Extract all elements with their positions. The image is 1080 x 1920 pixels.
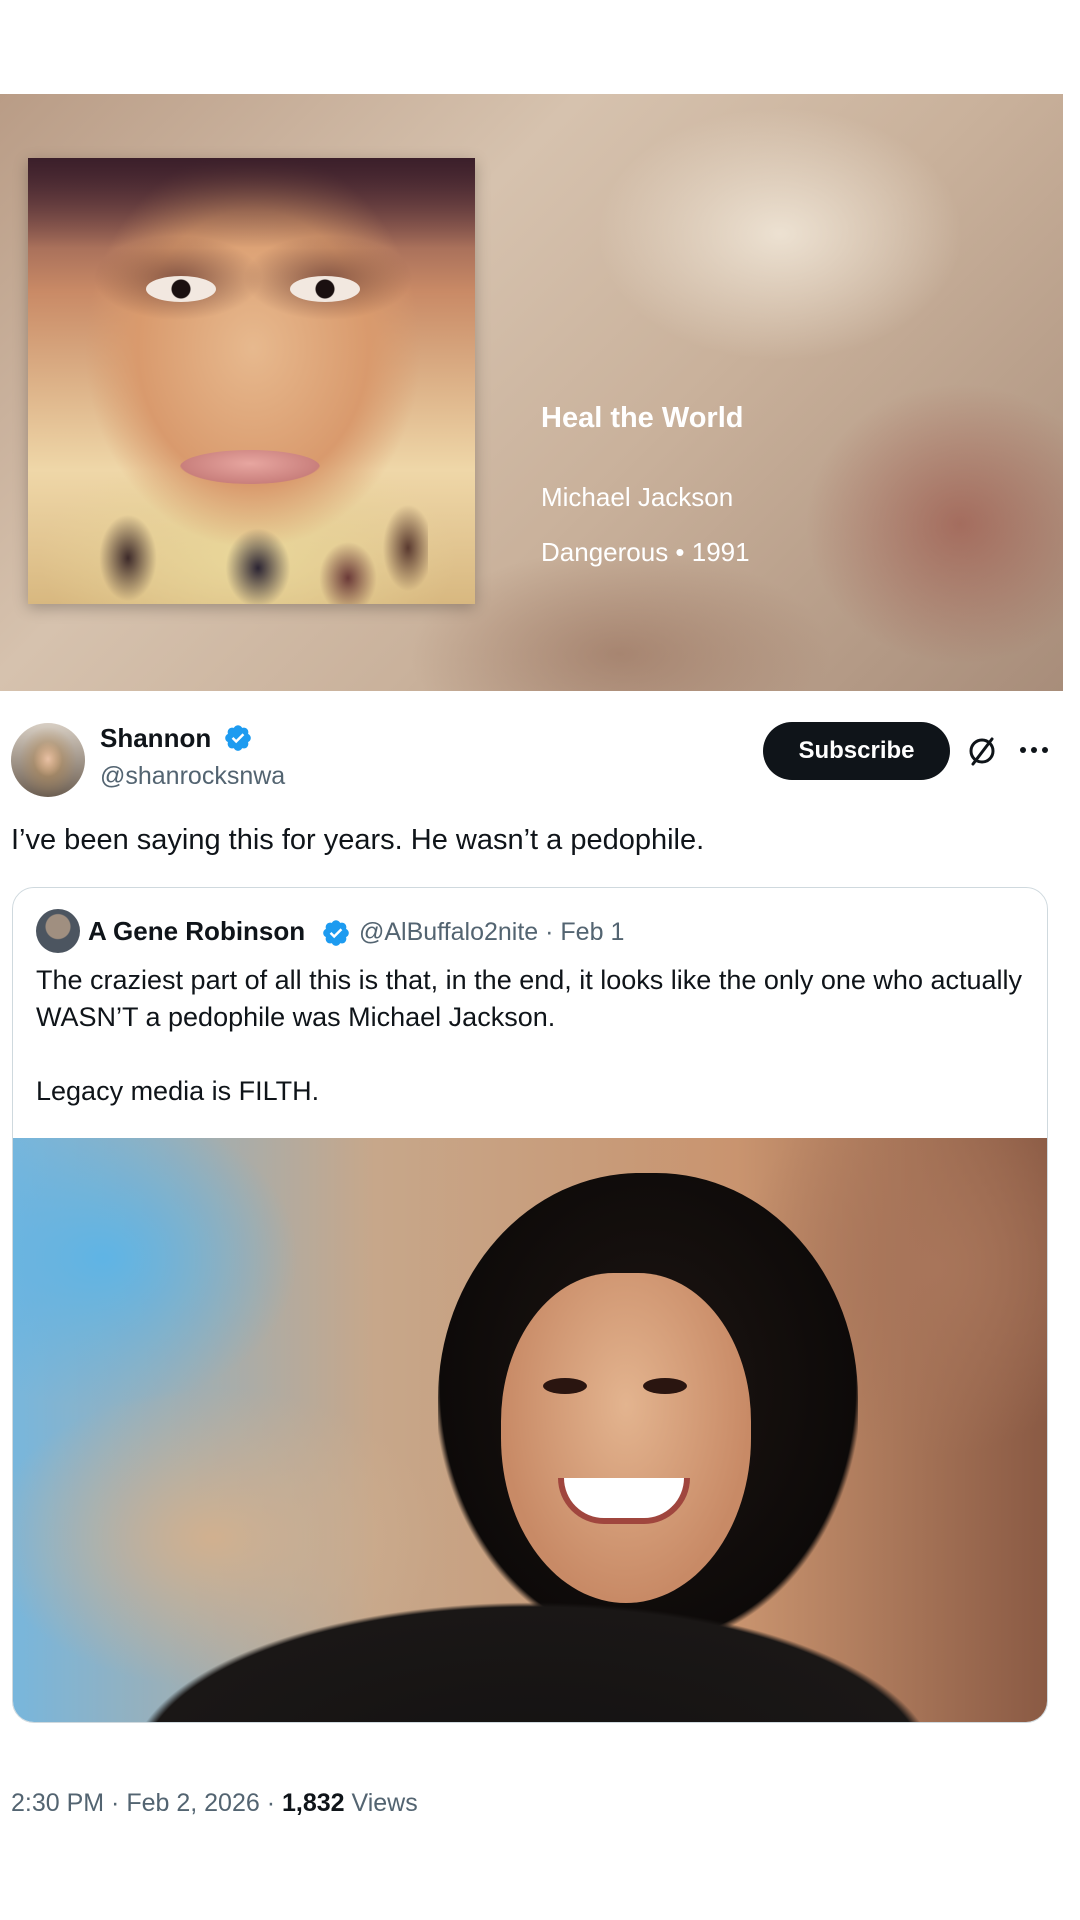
quoted-handle-date: @AlBuffalo2nite · Feb 1 [359, 918, 625, 946]
avatar[interactable] [11, 723, 85, 797]
verified-badge-icon [323, 920, 349, 946]
quoted-display-name: A Gene Robinson [88, 916, 306, 946]
views-label: Views [344, 1789, 418, 1817]
quoted-photo[interactable] [13, 1138, 1047, 1722]
track-title: Heal the World [541, 402, 744, 434]
timestamp-text: 2:30 PM · Feb 2, 2026 · [11, 1789, 282, 1817]
grok-icon[interactable] [965, 734, 999, 768]
views-count: 1,832 [281, 1789, 345, 1817]
quoted-tweet[interactable]: A Gene Robinson @AlBuffalo2nite · Feb 1 … [12, 887, 1048, 1723]
track-artist: Michael Jackson [541, 482, 734, 512]
subscribe-button[interactable]: Subscribe [763, 722, 950, 780]
tweet-text: I’ve been saying this for years. He wasn… [11, 824, 705, 856]
music-card[interactable]: Heal the World Michael Jackson Dangerous… [0, 94, 1063, 691]
quoted-text-line: Legacy media is FILTH. [36, 1076, 320, 1106]
album-art [28, 158, 475, 604]
quoted-avatar [36, 909, 80, 953]
handle[interactable]: @shanrocksnwa [100, 762, 285, 791]
more-icon[interactable] [1014, 735, 1054, 765]
display-name[interactable]: Shannon [100, 723, 211, 754]
track-album-year: Dangerous • 1991 [541, 537, 750, 567]
verified-badge-icon [225, 725, 251, 751]
quoted-text-line: The craziest part of all this is that, i… [36, 965, 1023, 1032]
quoted-text: The craziest part of all this is that, i… [36, 962, 1026, 1110]
tweet-timestamp[interactable]: 2:30 PM · Feb 2, 2026 · 1,832 Views [11, 1789, 418, 1818]
